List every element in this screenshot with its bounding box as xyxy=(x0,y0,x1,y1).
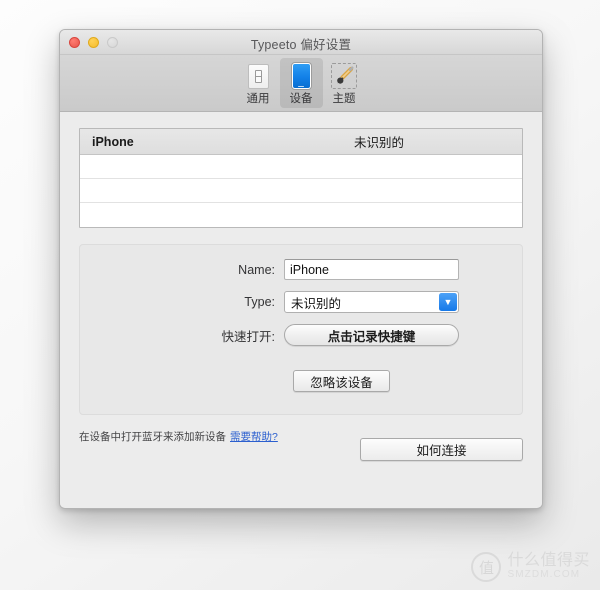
tab-devices-label: 设备 xyxy=(289,93,313,105)
hotkey-label: 快速打开: xyxy=(221,329,275,344)
type-select[interactable]: 未识别的 ▼ xyxy=(284,291,459,313)
name-label: Name: xyxy=(238,262,275,277)
column-header-name[interactable]: iPhone xyxy=(92,135,134,149)
tablet-icon xyxy=(288,61,314,91)
chevron-down-icon[interactable]: ▼ xyxy=(439,293,457,311)
tab-theme[interactable]: 主题 xyxy=(323,58,366,108)
table-row[interactable] xyxy=(80,155,522,179)
device-settings-panel: Name: Type: 未识别的 ▼ 快速打开: 点击记录快捷键 忽略该设备 xyxy=(79,244,523,415)
title-bar[interactable]: Typeeto 偏好设置 xyxy=(60,30,542,55)
footer: 在设备中打开蓝牙来添加新设备 需要帮助? 如何连接 xyxy=(79,429,523,461)
paintbrush-icon xyxy=(331,61,357,91)
type-label: Type: xyxy=(244,295,275,309)
bluetooth-hint-text: 在设备中打开蓝牙来添加新设备 xyxy=(79,431,226,443)
content-area: iPhone 未识别的 Name: Type: 未识别的 ▼ 快速打开: xyxy=(60,112,542,507)
forget-device-button[interactable]: 忽略该设备 xyxy=(293,370,390,392)
type-field-row: Type: 未识别的 ▼ xyxy=(80,291,522,313)
table-header-row[interactable]: iPhone 未识别的 xyxy=(80,129,522,155)
watermark-badge-icon: 值 xyxy=(471,552,502,582)
device-table[interactable]: iPhone 未识别的 xyxy=(79,128,523,228)
tab-general-label: 通用 xyxy=(246,93,270,105)
hotkey-field-row: 快速打开: 点击记录快捷键 xyxy=(80,324,522,346)
how-to-connect-button[interactable]: 如何连接 xyxy=(360,438,523,461)
type-selected-value: 未识别的 xyxy=(291,296,342,311)
light-switch-icon xyxy=(245,61,271,91)
tab-devices[interactable]: 设备 xyxy=(279,58,323,108)
need-help-link[interactable]: 需要帮助? xyxy=(230,429,278,444)
watermark-english: SMZDM.COM xyxy=(507,569,581,581)
tab-theme-label: 主题 xyxy=(332,93,356,105)
toolbar: 通用 设备 主题 xyxy=(60,55,542,112)
watermark: 值 什么值得买 SMZDM.COM xyxy=(471,552,590,582)
name-field-row: Name: xyxy=(80,259,522,280)
record-hotkey-button[interactable]: 点击记录快捷键 xyxy=(284,324,459,346)
tab-general[interactable]: 通用 xyxy=(237,58,280,108)
watermark-chinese: 什么值得买 xyxy=(507,552,590,570)
table-row[interactable] xyxy=(80,203,522,227)
column-header-status[interactable]: 未识别的 xyxy=(354,132,404,151)
name-input[interactable] xyxy=(284,259,459,280)
watermark-text: 什么值得买 SMZDM.COM xyxy=(507,553,590,580)
window-title: Typeeto 偏好设置 xyxy=(250,38,352,52)
table-row[interactable] xyxy=(80,179,522,203)
preferences-window: Typeeto 偏好设置 通用 设备 主题 iPhone 未识别的 Name: … xyxy=(59,29,543,509)
